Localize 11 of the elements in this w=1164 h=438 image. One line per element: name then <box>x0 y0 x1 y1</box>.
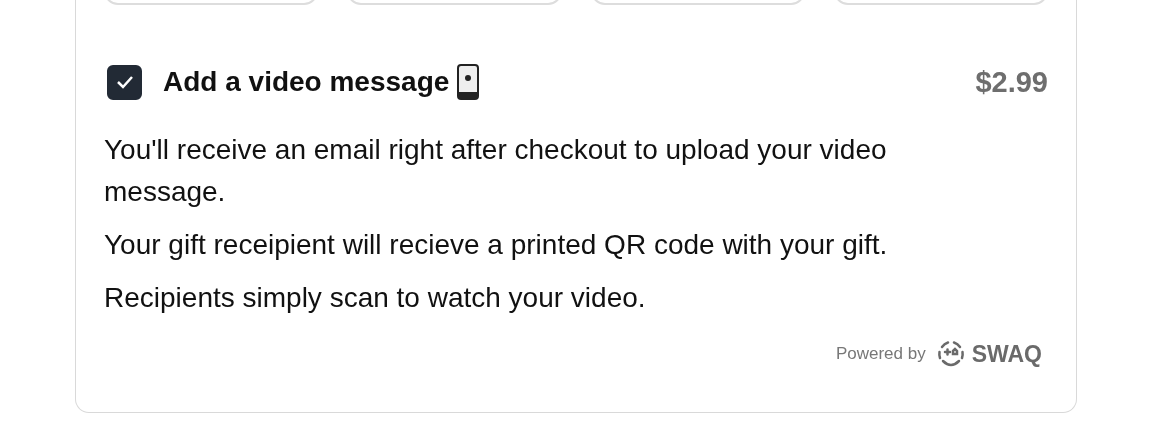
description-text: Recipients simply scan to watch your video. <box>104 281 647 315</box>
description-text: Your gift receipient will recieve a printed QR code with your gift. <box>104 228 889 262</box>
brand-name: SWAQ <box>971 340 1042 368</box>
powered-by-text: Powered by <box>835 344 926 364</box>
smiley-logo-icon <box>935 339 966 369</box>
phone-icon <box>457 64 480 100</box>
description-text: You'll receive an email right after checkout to upload your video message. <box>104 133 888 209</box>
addon-title: Add a video message <box>163 66 450 98</box>
price: $2.99 <box>975 65 1048 99</box>
check-icon <box>115 75 134 89</box>
checkbox[interactable] <box>107 64 142 100</box>
